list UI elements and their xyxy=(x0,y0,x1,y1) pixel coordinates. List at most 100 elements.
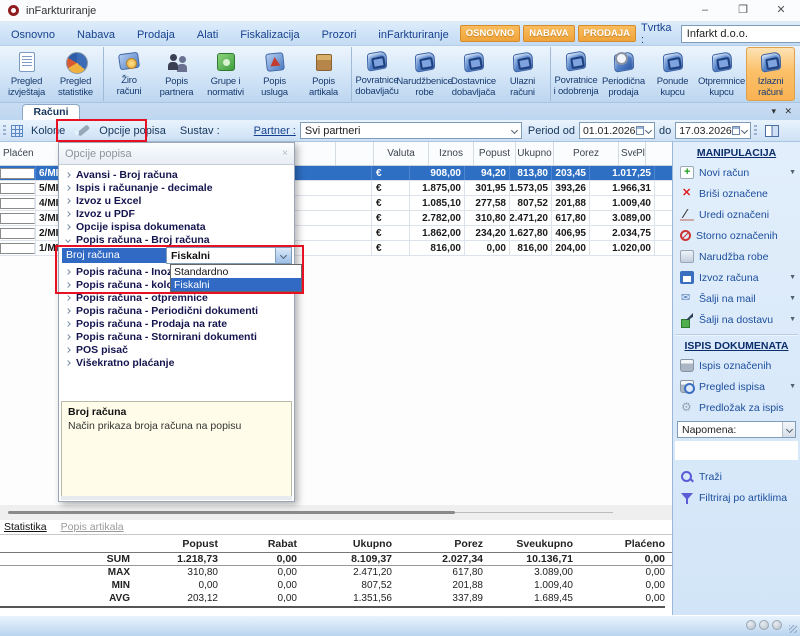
tree-item[interactable]: Popis računa - Prodaja na rate xyxy=(59,317,294,330)
opcije-popisa-button[interactable]: Opcije popisa xyxy=(99,125,166,137)
tree-item[interactable]: Izvoz u PDF xyxy=(59,207,294,220)
toolbar-button[interactable]: Izlazni računi xyxy=(746,47,795,101)
combo-option[interactable]: Fiskalni xyxy=(171,278,301,291)
tree-item[interactable]: Popis računa - Broj računa xyxy=(59,233,294,246)
napomena-input[interactable] xyxy=(675,441,798,460)
tree-item[interactable]: Ispis i računanje - decimale xyxy=(59,181,294,194)
sidebar-action-item[interactable]: Ispis označenih xyxy=(673,355,800,376)
maximize-button[interactable]: ❐ xyxy=(724,0,762,21)
close-tab-icon[interactable]: ✕ xyxy=(784,106,792,117)
sidebar-action-item[interactable]: Izvoz računa ▼ xyxy=(673,267,800,288)
calendar-icon[interactable] xyxy=(636,126,644,135)
toolbar-button[interactable]: Dostavnice dobavljača xyxy=(449,47,498,101)
chevron-right-icon[interactable] xyxy=(65,334,71,340)
partner-link[interactable]: Partner : xyxy=(254,125,296,137)
tree-item[interactable]: Avansi - Broj računa xyxy=(59,168,294,181)
toolbar-button[interactable]: Ponude kupcu xyxy=(648,47,697,101)
broj-racuna-option-label[interactable]: Broj računa xyxy=(62,248,166,263)
column-header[interactable]: Pl xyxy=(636,142,646,165)
sidebar-action-item[interactable]: Šalji na mail ▼ xyxy=(673,288,800,309)
tree-item[interactable]: Višekratno plaćanje xyxy=(59,356,294,369)
sidebar-action-item[interactable]: Uredi označeni xyxy=(673,204,800,225)
column-header[interactable]: Ukupno xyxy=(516,142,554,165)
toolbar-button[interactable]: Periodična prodaja xyxy=(599,47,648,101)
options-panel-header[interactable]: Opcije popisa × xyxy=(59,143,294,165)
napomena-combobox[interactable]: Napomena: xyxy=(677,421,796,438)
chevron-right-icon[interactable] xyxy=(65,321,71,327)
paid-checkbox[interactable] xyxy=(0,213,35,224)
chevron-right-icon[interactable] xyxy=(65,269,71,275)
kolone-button[interactable]: Kolone xyxy=(31,125,65,137)
chevron-right-icon[interactable] xyxy=(65,308,71,314)
quick-module-button[interactable]: NABAVA xyxy=(523,25,574,42)
sidebar-action-item[interactable]: Šalji na dostavu ▼ xyxy=(673,309,800,330)
column-header[interactable]: Porez xyxy=(554,142,619,165)
column-header[interactable]: Sveukupno xyxy=(619,142,636,165)
tab-racuni[interactable]: Računi xyxy=(22,104,80,120)
chevron-right-icon[interactable] xyxy=(65,282,71,288)
calendar-icon[interactable] xyxy=(732,126,740,135)
chevron-down-icon[interactable] xyxy=(645,127,652,134)
sidebar-action-item[interactable]: Novi račun ▼ xyxy=(673,162,800,183)
chevron-down-icon[interactable]: ▼ xyxy=(789,274,796,281)
tree-item[interactable]: Izvoz u Excel xyxy=(59,194,294,207)
date-to-input[interactable]: 17.03.2026 xyxy=(675,122,751,139)
tree-item[interactable]: Popis računa - Stornirani dokumenti xyxy=(59,330,294,343)
chevron-right-icon[interactable] xyxy=(65,224,71,230)
resize-grip-icon[interactable] xyxy=(789,625,797,633)
toolbar-button[interactable]: Povratnice dobavljaču xyxy=(351,47,400,101)
menu-item[interactable]: Fiskalizacija xyxy=(229,29,310,41)
chevron-right-icon[interactable] xyxy=(65,211,71,217)
chevron-right-icon[interactable] xyxy=(65,237,71,243)
scrollbar-thumb[interactable] xyxy=(8,511,455,514)
company-combobox[interactable]: Infarkt d.o.o. ▾ xyxy=(681,25,800,43)
tree-item[interactable]: Popis računa - Periodični dokumenti xyxy=(59,304,294,317)
menu-item[interactable]: inFarkturiranje xyxy=(367,29,459,41)
menu-item[interactable]: Nabava xyxy=(66,29,126,41)
sidebar-action-item[interactable]: Briši označene xyxy=(673,183,800,204)
minimize-button[interactable]: – xyxy=(686,0,724,21)
quick-module-button[interactable]: OSNOVNO xyxy=(460,25,521,42)
tree-item[interactable]: Opcije ispisa dokumenata xyxy=(59,220,294,233)
chevron-down-icon[interactable] xyxy=(741,127,748,134)
toolbar-button[interactable]: Popis usluga xyxy=(250,47,299,101)
combo-option[interactable]: Standardno xyxy=(171,265,301,278)
sidebar-tool-item[interactable]: Traži xyxy=(673,466,800,487)
toolbar-button[interactable]: Narudžbenice robe xyxy=(400,47,449,101)
stats-tab[interactable]: Statistika xyxy=(4,521,47,533)
chevron-down-icon[interactable]: ▼ xyxy=(789,316,796,323)
sidebar-action-item[interactable]: Predložak za ispis xyxy=(673,397,800,418)
column-header[interactable] xyxy=(336,142,374,165)
date-from-input[interactable]: 01.01.2026 xyxy=(579,122,655,139)
menu-item[interactable]: Prozori xyxy=(311,29,368,41)
stats-tab[interactable]: Popis artikala xyxy=(61,521,124,533)
column-header[interactable]: Valuta xyxy=(374,142,429,165)
chevron-right-icon[interactable] xyxy=(65,295,71,301)
menu-item[interactable]: Osnovno xyxy=(0,29,66,41)
menu-item[interactable]: Prodaja xyxy=(126,29,186,41)
column-header[interactable]: Iznos xyxy=(429,142,474,165)
toolbar-button[interactable]: Popis artikala xyxy=(299,47,348,101)
chevron-right-icon[interactable] xyxy=(65,360,71,366)
chevron-down-icon[interactable]: ▼ xyxy=(789,295,796,302)
toolbar-button[interactable]: Grupe i normativi xyxy=(201,47,250,101)
chevron-down-icon[interactable]: ▼ xyxy=(789,383,796,390)
chevron-down-icon[interactable] xyxy=(275,248,291,263)
sidebar-action-item[interactable]: Narudžba robe xyxy=(673,246,800,267)
chevron-right-icon[interactable] xyxy=(65,185,71,191)
column-header[interactable]: Popust xyxy=(474,142,516,165)
drag-grip-icon[interactable] xyxy=(754,125,757,137)
quick-module-button[interactable]: PRODAJA xyxy=(578,25,636,42)
split-panes-icon[interactable] xyxy=(765,125,779,137)
toolbar-button[interactable]: Popis partnera xyxy=(152,47,201,101)
chevron-down-icon[interactable] xyxy=(782,422,795,437)
sidebar-action-item[interactable]: Storno označenih xyxy=(673,225,800,246)
partner-combobox[interactable]: Svi partneri xyxy=(300,122,522,139)
menu-item[interactable]: Alati xyxy=(186,29,229,41)
close-icon[interactable]: × xyxy=(282,148,288,159)
toolbar-button[interactable]: Žiro računi xyxy=(103,47,152,101)
chevron-down-icon[interactable]: ▾ xyxy=(771,106,776,117)
drag-grip-icon[interactable] xyxy=(3,125,6,137)
sidebar-tool-item[interactable]: Filtriraj po artiklima xyxy=(673,487,800,508)
paid-checkbox[interactable] xyxy=(0,228,35,239)
